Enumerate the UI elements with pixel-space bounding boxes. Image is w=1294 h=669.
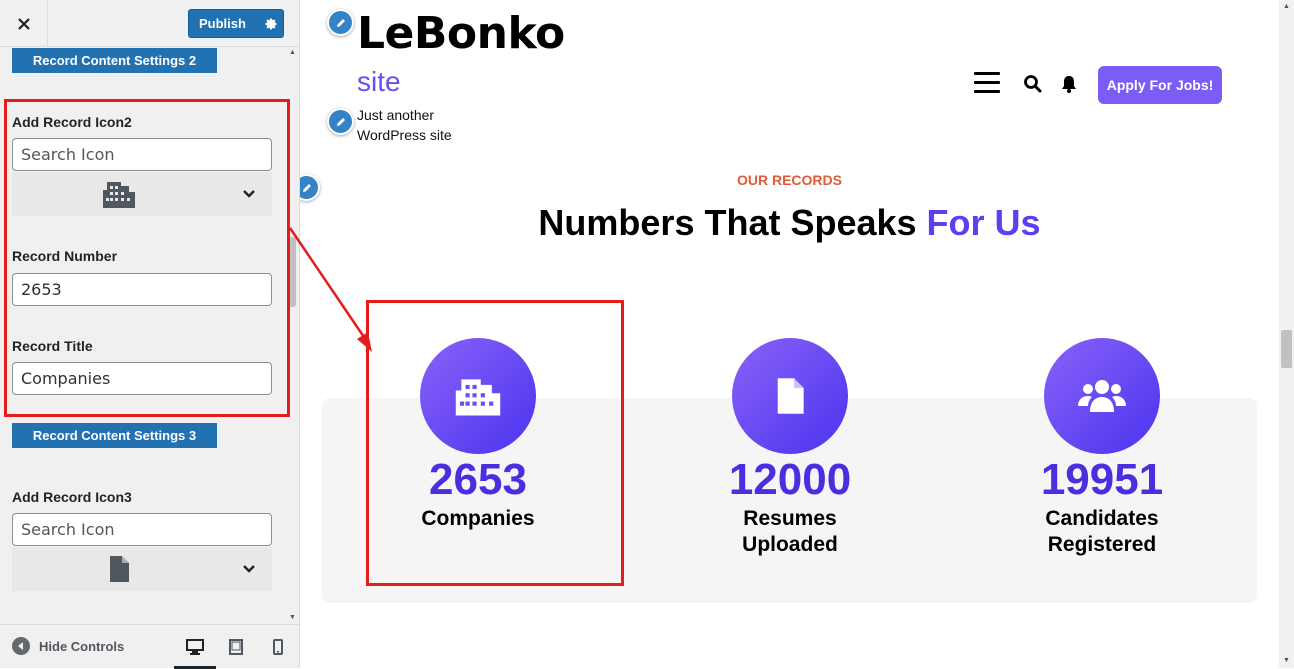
record-icon-circle xyxy=(732,338,848,454)
users-icon xyxy=(1078,380,1126,412)
file-icon xyxy=(777,378,804,414)
record-content-settings-3-button[interactable]: Record Content Settings 3 xyxy=(12,423,217,448)
gear-icon[interactable] xyxy=(259,10,283,37)
close-icon xyxy=(17,17,30,30)
chevron-down-icon xyxy=(243,565,255,573)
hide-controls-button[interactable]: Hide Controls xyxy=(12,637,124,655)
edit-logo-pencil-icon[interactable] xyxy=(327,9,354,36)
apply-for-jobs-button[interactable]: Apply For Jobs! xyxy=(1098,66,1222,104)
icon3-search-input[interactable] xyxy=(12,513,272,546)
highlight-box-sidebar xyxy=(4,99,290,417)
records-eyebrow: OUR RECORDS xyxy=(736,172,842,188)
record-number: 12000 xyxy=(728,455,852,504)
sidebar-scroll-thumb[interactable] xyxy=(289,237,296,307)
icon3-picker[interactable] xyxy=(12,547,272,591)
highlight-box-record xyxy=(366,300,624,586)
hide-controls-label: Hide Controls xyxy=(39,638,125,654)
sidebar-header: Publish xyxy=(0,0,299,47)
record-item-candidates: 19951 Candidates Registered xyxy=(992,338,1212,558)
publish-button[interactable]: Publish xyxy=(188,9,284,38)
record-icon-circle xyxy=(1044,338,1160,454)
icon3-preview xyxy=(12,547,226,591)
arrow-left-icon xyxy=(12,637,30,655)
file-icon xyxy=(110,556,129,582)
headline-accent: For Us xyxy=(926,202,1041,243)
menu-hamburger-icon[interactable] xyxy=(974,72,1000,94)
site-tagline: Just another WordPress site xyxy=(357,107,452,143)
record-title: Resumes Uploaded xyxy=(742,507,838,556)
record-content-settings-2-button[interactable]: Record Content Settings 2 xyxy=(12,48,217,73)
headline-main: Numbers That Speaks xyxy=(538,202,927,243)
record-number: 19951 xyxy=(1040,455,1164,504)
publish-label: Publish xyxy=(199,16,246,31)
tablet-icon xyxy=(229,639,243,655)
preview-desktop-button[interactable] xyxy=(183,635,207,659)
mobile-icon xyxy=(273,639,283,655)
search-icon[interactable] xyxy=(1023,74,1043,94)
sidebar-footer: Hide Controls xyxy=(0,624,299,669)
add-record-icon3-label: Add Record Icon3 xyxy=(12,489,132,505)
scroll-up-arrow-icon[interactable]: ▲ xyxy=(286,47,299,59)
preview-scroll-thumb[interactable] xyxy=(1281,330,1292,368)
scroll-down-arrow-icon[interactable]: ▼ xyxy=(1279,654,1294,668)
site-logo[interactable]: LeBonko xyxy=(357,8,565,59)
preview-mobile-button[interactable] xyxy=(266,635,290,659)
icon3-dropdown-toggle[interactable] xyxy=(226,547,272,591)
close-customizer-button[interactable] xyxy=(0,0,48,47)
desktop-icon xyxy=(186,639,204,655)
record-title: Candidates Registered xyxy=(1045,507,1159,556)
preview-tablet-button[interactable] xyxy=(224,635,248,659)
edit-tagline-pencil-icon[interactable] xyxy=(327,108,354,135)
site-title[interactable]: site xyxy=(357,66,401,98)
scroll-down-arrow-icon[interactable]: ▼ xyxy=(286,612,299,624)
records-headline: Numbers That Speaks For Us xyxy=(300,202,1279,244)
bell-icon[interactable] xyxy=(1060,74,1078,94)
record-item-resumes: 12000 Resumes Uploaded xyxy=(680,338,900,558)
preview-scrollbar[interactable]: ▲ ▼ xyxy=(1279,0,1294,668)
scroll-up-arrow-icon[interactable]: ▲ xyxy=(1279,0,1294,14)
